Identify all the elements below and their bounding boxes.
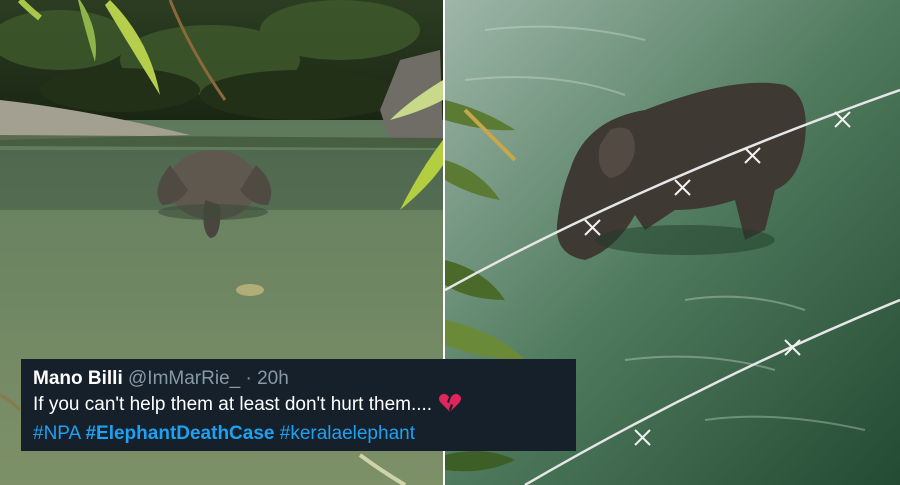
tweet-body: If you can't help them at least don't hu… [33,392,564,421]
tweet-text: If you can't help them at least don't hu… [33,394,433,415]
tweet-timestamp[interactable]: 20h [257,368,289,389]
tweet-handle[interactable]: @ImMarRie_ [128,368,240,389]
tweet-header: Mano Billi @ImMarRie_ · 20h [33,366,564,392]
tweet-separator: · [245,368,252,389]
hashtag-kerala-elephant[interactable]: #keralaelephant [280,423,415,444]
tweet-hashtags: #NPA #ElephantDeathCase #keralaelephant [33,421,564,447]
hashtag-npa[interactable]: #NPA [33,423,80,444]
broken-heart-icon [438,393,462,421]
hashtag-elephant-death-case[interactable]: #ElephantDeathCase [85,423,274,444]
tweet-display-name[interactable]: Mano Billi [33,368,123,389]
tweet-card[interactable]: Mano Billi @ImMarRie_ · 20h If you can't… [21,359,576,451]
